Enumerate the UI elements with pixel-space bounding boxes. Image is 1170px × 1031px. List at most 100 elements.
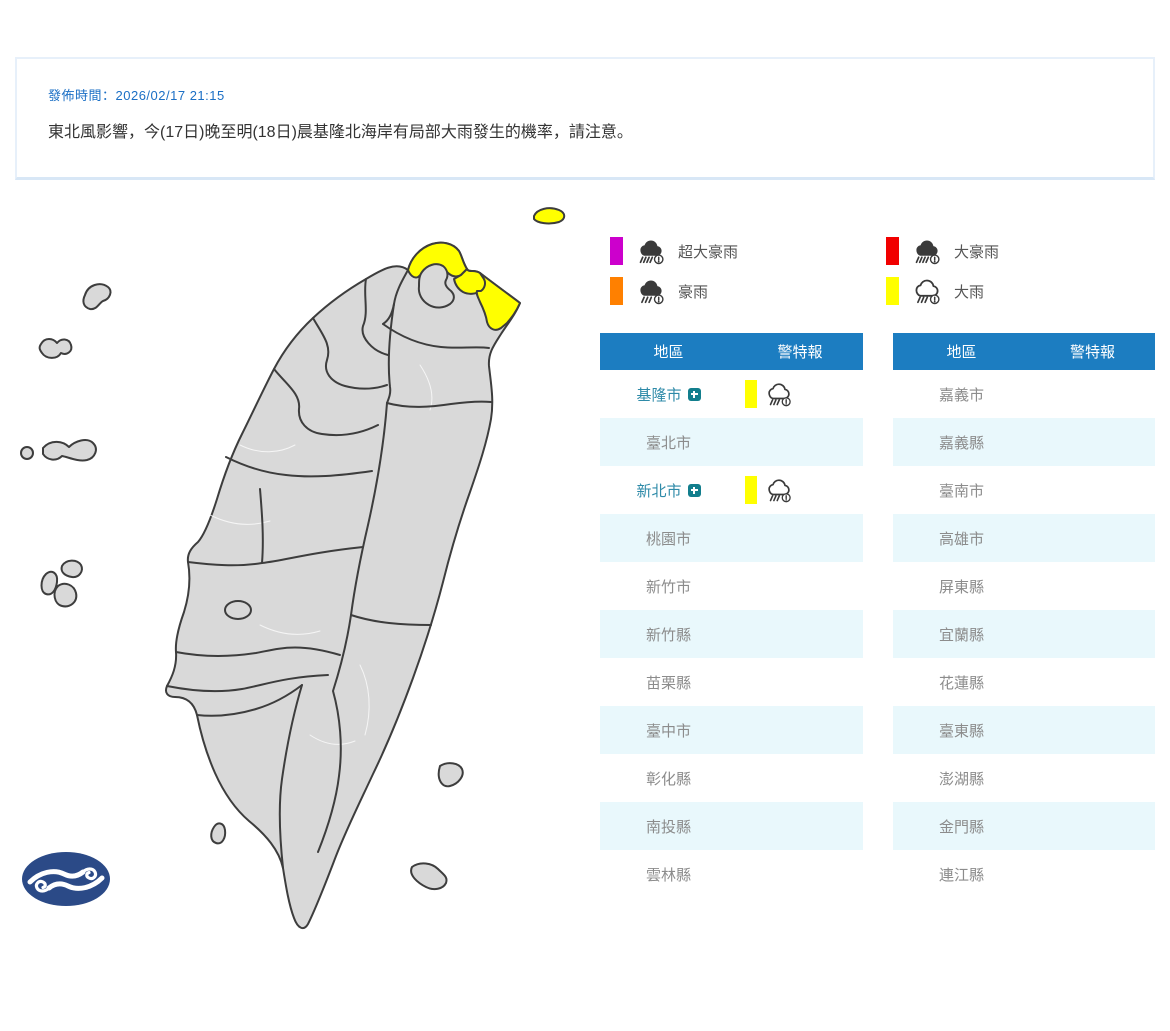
- warning-color-bar: [745, 380, 757, 408]
- warning-cell: [737, 380, 863, 408]
- region-row: 高雄市: [893, 514, 1155, 562]
- expand-icon[interactable]: [688, 388, 701, 401]
- region-cell: 臺北市: [600, 432, 737, 453]
- region-label[interactable]: 基隆市: [636, 384, 681, 405]
- legend-label: 大豪雨: [954, 241, 999, 262]
- region-row: 花蓮縣: [893, 658, 1155, 706]
- region-cell: 宜蘭縣: [893, 624, 1030, 645]
- legend-item: 豪雨: [610, 277, 886, 305]
- region-label: 嘉義市: [939, 384, 984, 405]
- table-header-region: 地區: [893, 341, 1030, 362]
- region-label: 臺東縣: [939, 720, 984, 741]
- region-cell: 雲林縣: [600, 864, 737, 885]
- region-cell: 基隆市: [600, 384, 737, 405]
- region-label[interactable]: 新北市: [636, 480, 681, 501]
- table-header-warning: 警特報: [1030, 341, 1155, 362]
- rain-cloud-filled-alert-icon: [636, 236, 666, 266]
- region-cell: 屏東縣: [893, 576, 1030, 597]
- region-label: 臺北市: [646, 432, 691, 453]
- region-row: 基隆市: [600, 370, 863, 418]
- region-label: 嘉義縣: [939, 432, 984, 453]
- region-row: 彰化縣: [600, 754, 863, 802]
- region-row: 新竹縣: [600, 610, 863, 658]
- rain-cloud-filled-alert-icon: [636, 236, 666, 266]
- region-label: 高雄市: [939, 528, 984, 549]
- region-row: 新北市: [600, 466, 863, 514]
- legend-label: 豪雨: [678, 281, 708, 302]
- rain-cloud-filled-alert-icon: [636, 276, 666, 306]
- warning-description: 東北風影響，今(17日)晚至明(18日)晨基隆北海岸有局部大雨發生的機率，請注意…: [48, 118, 1122, 142]
- legend-label: 大雨: [954, 281, 984, 302]
- region-cell: 高雄市: [893, 528, 1030, 549]
- region-label: 臺中市: [646, 720, 691, 741]
- region-cell: 連江縣: [893, 864, 1030, 885]
- rain-cloud-outline-alert-icon: [912, 276, 942, 306]
- region-row: 澎湖縣: [893, 754, 1155, 802]
- rain-warning-icon: [765, 476, 793, 504]
- region-row: 連江縣: [893, 850, 1155, 898]
- warning-table-west: 地區警特報基隆市 臺北市新北市 桃園市新竹市新竹縣苗栗縣臺中市彰化縣南投縣雲林縣: [600, 333, 863, 898]
- region-row: 宜蘭縣: [893, 610, 1155, 658]
- region-cell: 花蓮縣: [893, 672, 1030, 693]
- map-area-keelung-islet[interactable]: [534, 208, 564, 223]
- publish-time-value: 2026/02/17 21:15: [116, 88, 225, 103]
- region-label: 金門縣: [939, 816, 984, 837]
- region-cell: 新北市: [600, 480, 737, 501]
- region-cell: 新竹市: [600, 576, 737, 597]
- publish-time-label: 發佈時間：: [48, 88, 116, 103]
- rain-cloud-outline-alert-icon: [912, 276, 942, 306]
- region-cell: 臺東縣: [893, 720, 1030, 741]
- region-row: 苗栗縣: [600, 658, 863, 706]
- rain-cloud-outline-alert-icon: [765, 476, 793, 504]
- region-label: 新竹市: [646, 576, 691, 597]
- table-header: 地區警特報: [600, 333, 863, 370]
- region-cell: 桃園市: [600, 528, 737, 549]
- expand-icon[interactable]: [688, 484, 701, 497]
- region-label: 屏東縣: [939, 576, 984, 597]
- region-label: 連江縣: [939, 864, 984, 885]
- region-cell: 新竹縣: [600, 624, 737, 645]
- region-cell: 苗栗縣: [600, 672, 737, 693]
- weather-agency-logo: [20, 851, 112, 907]
- region-row: 金門縣: [893, 802, 1155, 850]
- legend-label: 超大豪雨: [678, 241, 738, 262]
- region-cell: 嘉義縣: [893, 432, 1030, 453]
- table-header-warning: 警特報: [737, 341, 863, 362]
- region-row: 屏東縣: [893, 562, 1155, 610]
- table-header: 地區警特報: [893, 333, 1155, 370]
- region-row: 嘉義縣: [893, 418, 1155, 466]
- region-row: 臺南市: [893, 466, 1155, 514]
- region-label: 新竹縣: [646, 624, 691, 645]
- region-label: 彰化縣: [646, 768, 691, 789]
- region-label: 澎湖縣: [939, 768, 984, 789]
- legend-item: 超大豪雨: [610, 237, 886, 265]
- rain-cloud-outline-alert-icon: [765, 380, 793, 408]
- region-cell: 彰化縣: [600, 768, 737, 789]
- region-label: 宜蘭縣: [939, 624, 984, 645]
- region-cell: 南投縣: [600, 816, 737, 837]
- region-label: 桃園市: [646, 528, 691, 549]
- warning-cell: [737, 476, 863, 504]
- region-cell: 臺南市: [893, 480, 1030, 501]
- region-cell: 金門縣: [893, 816, 1030, 837]
- region-row: 雲林縣: [600, 850, 863, 898]
- notice-box: 發佈時間：2026/02/17 21:15 東北風影響，今(17日)晚至明(18…: [15, 57, 1155, 180]
- rain-cloud-filled-alert-icon: [912, 236, 942, 266]
- region-label: 臺南市: [939, 480, 984, 501]
- region-label: 雲林縣: [646, 864, 691, 885]
- region-label: 南投縣: [646, 816, 691, 837]
- rain-cloud-filled-alert-icon: [912, 236, 942, 266]
- region-row: 新竹市: [600, 562, 863, 610]
- legend-color-bar: [886, 277, 899, 305]
- region-cell: 臺中市: [600, 720, 737, 741]
- region-label: 花蓮縣: [939, 672, 984, 693]
- region-row: 嘉義市: [893, 370, 1155, 418]
- rain-warning-icon: [765, 380, 793, 408]
- legend-color-bar: [886, 237, 899, 265]
- region-cell: 澎湖縣: [893, 768, 1030, 789]
- region-row: 臺中市: [600, 706, 863, 754]
- region-row: 臺北市: [600, 418, 863, 466]
- table-header-region: 地區: [600, 341, 737, 362]
- region-row: 南投縣: [600, 802, 863, 850]
- legend-color-bar: [610, 277, 623, 305]
